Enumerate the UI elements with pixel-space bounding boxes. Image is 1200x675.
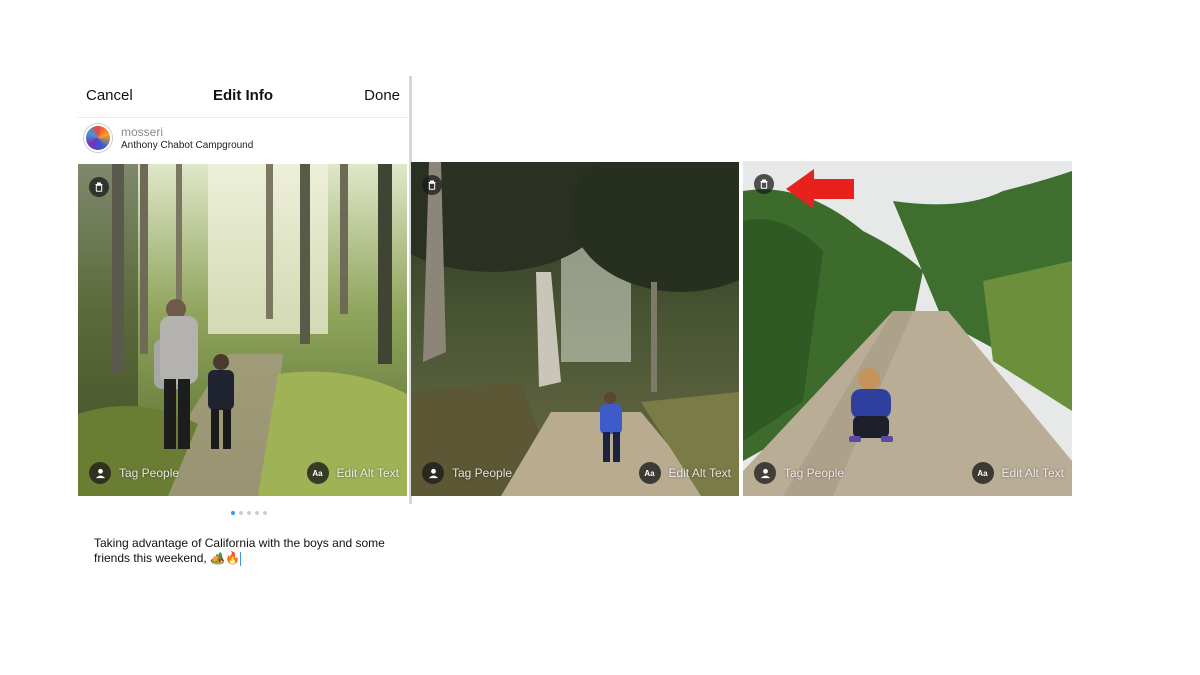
photo-dirt-road-child (743, 161, 1072, 496)
page-dot (263, 511, 267, 515)
tag-people-label: Tag People (452, 466, 513, 480)
edit-alt-text-label: Edit Alt Text (336, 466, 399, 480)
tag-people-label: Tag People (784, 466, 845, 480)
edit-alt-text-label: Edit Alt Text (668, 466, 731, 480)
tag-people-button[interactable]: Tag People (754, 462, 844, 484)
username: mosseri (121, 125, 164, 139)
trash-icon (95, 182, 103, 192)
location[interactable]: Anthony Chabot Campground (121, 140, 253, 151)
photo-forest-family (78, 164, 407, 496)
carousel-page-indicator (231, 511, 267, 517)
delete-photo-button[interactable] (422, 175, 442, 195)
done-button[interactable]: Done (364, 87, 400, 104)
annotation-arrow-icon (786, 169, 854, 209)
page-dot (255, 511, 259, 515)
page-title: Edit Info (213, 87, 273, 104)
avatar[interactable] (84, 124, 112, 152)
carousel-photo-2: Tag People Aa Edit Alt Text (411, 162, 739, 496)
carousel-photo-1: Tag People Aa Edit Alt Text (78, 164, 407, 496)
alt-text-icon: Aa (638, 462, 661, 484)
photo-eucalyptus-path (411, 162, 739, 496)
edit-alt-text-button[interactable]: Aa Edit Alt Text (638, 462, 731, 484)
delete-photo-button[interactable] (754, 174, 774, 194)
person-icon (760, 468, 770, 478)
tag-people-label: Tag People (119, 466, 180, 480)
text-cursor (239, 551, 241, 566)
trash-icon (428, 180, 436, 190)
post-user-row: mosseri Anthony Chabot Campground (84, 123, 404, 155)
delete-photo-button[interactable] (89, 177, 109, 197)
page-dot (247, 511, 251, 515)
person-icon (428, 468, 438, 478)
person-icon (95, 468, 105, 478)
caption-field[interactable]: Taking advantage of California with the … (94, 536, 404, 566)
page-dot (239, 511, 243, 515)
tag-people-button[interactable]: Tag People (422, 462, 512, 484)
carousel-photo-3: Tag People Aa Edit Alt Text (743, 161, 1072, 496)
trash-icon (760, 179, 768, 189)
edit-alt-text-label: Edit Alt Text (1001, 466, 1064, 480)
alt-text-icon: Aa (971, 462, 994, 484)
header-divider (78, 117, 408, 118)
edit-alt-text-button[interactable]: Aa Edit Alt Text (306, 462, 399, 484)
alt-text-icon: Aa (306, 462, 329, 484)
tag-people-button[interactable]: Tag People (89, 462, 179, 484)
edit-alt-text-button[interactable]: Aa Edit Alt Text (971, 462, 1064, 484)
page-dot (231, 511, 235, 515)
edit-info-header: Cancel Edit Info Done (78, 80, 408, 114)
